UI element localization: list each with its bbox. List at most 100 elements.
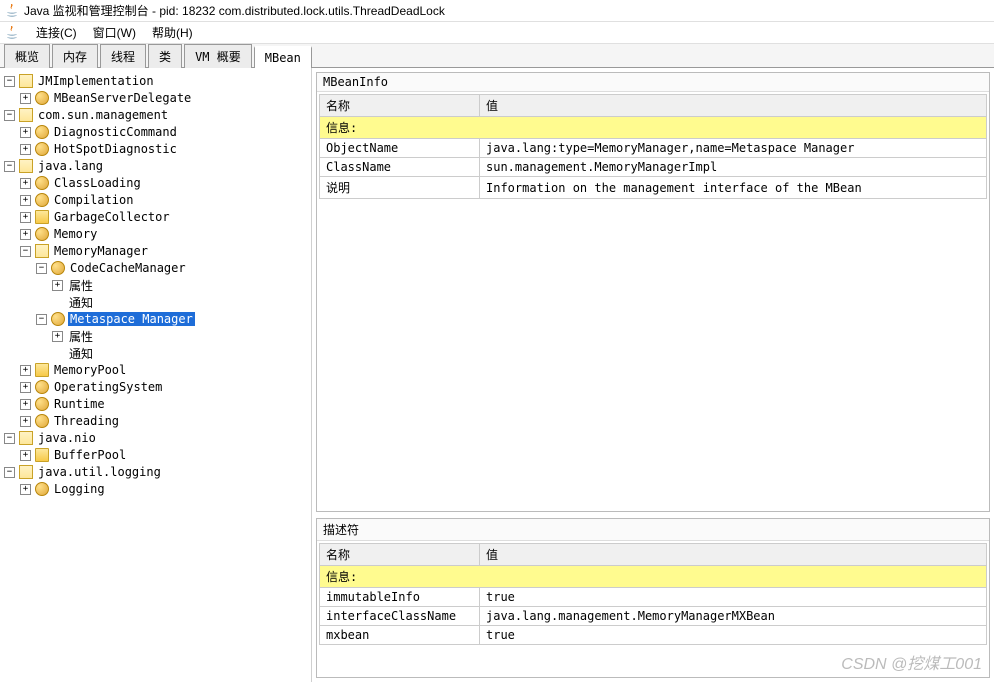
tree-gc[interactable]: GarbageCollector xyxy=(52,210,172,224)
tree-diagcmd[interactable]: DiagnosticCommand xyxy=(52,125,179,139)
descriptor-section: 描述符 名称 值 信息: immutableInfotrue interface… xyxy=(316,518,990,678)
leaf-icon xyxy=(52,348,63,359)
menubar: 连接(C) 窗口(W) 帮助(H) xyxy=(0,22,994,44)
col-name[interactable]: 名称 xyxy=(320,95,480,117)
tree-os[interactable]: OperatingSystem xyxy=(52,380,164,394)
collapse-icon[interactable]: − xyxy=(36,314,47,325)
collapse-icon[interactable]: − xyxy=(4,467,15,478)
expand-icon[interactable]: + xyxy=(52,280,63,291)
tree-threading[interactable]: Threading xyxy=(52,414,121,428)
mbeaninfo-title: MBeanInfo xyxy=(317,73,989,92)
expand-icon[interactable]: + xyxy=(20,212,31,223)
detail-panel: MBeanInfo 名称 值 信息: ObjectNamejava.lang:t… xyxy=(312,68,994,682)
tree-bufferpool[interactable]: BufferPool xyxy=(52,448,128,462)
descriptor-title: 描述符 xyxy=(317,519,989,541)
mbeaninfo-section: MBeanInfo 名称 值 信息: ObjectNamejava.lang:t… xyxy=(316,72,990,512)
tree-runtime[interactable]: Runtime xyxy=(52,397,107,411)
expand-icon[interactable]: + xyxy=(20,195,31,206)
bean-icon xyxy=(35,482,49,496)
collapse-icon[interactable]: − xyxy=(36,263,47,274)
bean-icon xyxy=(35,142,49,156)
tree-attr2[interactable]: 属性 xyxy=(67,328,95,345)
tab-overview[interactable]: 概览 xyxy=(4,44,50,68)
expand-icon[interactable]: + xyxy=(20,416,31,427)
bean-icon xyxy=(35,414,49,428)
tree-hotspot[interactable]: HotSpotDiagnostic xyxy=(52,142,179,156)
menu-window[interactable]: 窗口(W) xyxy=(89,22,140,43)
expand-icon[interactable]: + xyxy=(20,93,31,104)
tab-vm[interactable]: VM 概要 xyxy=(184,44,252,68)
expand-icon[interactable]: + xyxy=(20,365,31,376)
tree-jmimpl[interactable]: JMImplementation xyxy=(36,74,156,88)
expand-icon[interactable]: + xyxy=(20,229,31,240)
folder-icon xyxy=(35,448,49,462)
tree-notif2[interactable]: 通知 xyxy=(67,345,95,362)
folder-icon xyxy=(19,74,33,88)
menu-connect[interactable]: 连接(C) xyxy=(32,22,81,43)
tab-memory[interactable]: 内存 xyxy=(52,44,98,68)
tree-classloading[interactable]: ClassLoading xyxy=(52,176,143,190)
folder-icon xyxy=(35,210,49,224)
tree-codecache[interactable]: CodeCacheManager xyxy=(68,261,188,275)
folder-icon xyxy=(35,363,49,377)
collapse-icon[interactable]: − xyxy=(4,110,15,121)
bean-icon xyxy=(35,125,49,139)
table-row: ClassNamesun.management.MemoryManagerImp… xyxy=(320,158,987,177)
tree-javalog[interactable]: java.util.logging xyxy=(36,465,163,479)
tree-javalang[interactable]: java.lang xyxy=(36,159,105,173)
expand-icon[interactable]: + xyxy=(20,144,31,155)
collapse-icon[interactable]: − xyxy=(20,246,31,257)
expand-icon[interactable]: + xyxy=(20,178,31,189)
expand-icon[interactable]: + xyxy=(20,399,31,410)
expand-icon[interactable]: + xyxy=(20,127,31,138)
java-icon xyxy=(4,3,20,19)
window-title: Java 监视和管理控制台 - pid: 18232 com.distribut… xyxy=(24,2,445,19)
expand-icon[interactable]: + xyxy=(20,450,31,461)
descriptor-table: 名称 值 信息: immutableInfotrue interfaceClas… xyxy=(319,543,987,645)
folder-icon xyxy=(19,159,33,173)
folder-icon xyxy=(35,244,49,258)
folder-icon xyxy=(19,431,33,445)
main-area: − JMImplementation + MBeanServerDelegate −… xyxy=(0,68,994,682)
tree-memory[interactable]: Memory xyxy=(52,227,99,241)
table-row: mxbeantrue xyxy=(320,626,987,645)
tree-metaspace[interactable]: Metaspace Manager xyxy=(68,312,195,326)
mbean-tree: − JMImplementation + MBeanServerDelegate −… xyxy=(2,73,309,497)
tree-attr[interactable]: 属性 xyxy=(67,277,95,294)
table-row: 说明Information on the management interfac… xyxy=(320,177,987,199)
mbeaninfo-table: 名称 值 信息: ObjectNamejava.lang:type=Memory… xyxy=(319,94,987,199)
tree-notif[interactable]: 通知 xyxy=(67,294,95,311)
folder-icon xyxy=(19,465,33,479)
table-row: interfaceClassNamejava.lang.management.M… xyxy=(320,607,987,626)
bean-icon xyxy=(35,91,49,105)
col-value[interactable]: 值 xyxy=(480,544,987,566)
tab-mbean[interactable]: MBean xyxy=(254,46,312,68)
bean-icon xyxy=(35,176,49,190)
tab-classes[interactable]: 类 xyxy=(148,44,182,68)
tree-mbeansrv[interactable]: MBeanServerDelegate xyxy=(52,91,193,105)
collapse-icon[interactable]: − xyxy=(4,433,15,444)
expand-icon[interactable]: + xyxy=(20,382,31,393)
table-row: immutableInfotrue xyxy=(320,588,987,607)
menu-help[interactable]: 帮助(H) xyxy=(148,22,197,43)
tree-comsun[interactable]: com.sun.management xyxy=(36,108,170,122)
tab-threads[interactable]: 线程 xyxy=(100,44,146,68)
bean-icon xyxy=(35,397,49,411)
col-value[interactable]: 值 xyxy=(480,95,987,117)
col-name[interactable]: 名称 xyxy=(320,544,480,566)
bean-icon xyxy=(51,312,65,326)
titlebar: Java 监视和管理控制台 - pid: 18232 com.distribut… xyxy=(0,0,994,22)
tree-compilation[interactable]: Compilation xyxy=(52,193,135,207)
expand-icon[interactable]: + xyxy=(20,484,31,495)
tree-panel[interactable]: − JMImplementation + MBeanServerDelegate −… xyxy=(0,68,312,682)
collapse-icon[interactable]: − xyxy=(4,76,15,87)
expand-icon[interactable]: + xyxy=(52,331,63,342)
collapse-icon[interactable]: − xyxy=(4,161,15,172)
tree-javanio[interactable]: java.nio xyxy=(36,431,98,445)
tree-memmgr[interactable]: MemoryManager xyxy=(52,244,150,258)
tree-logging[interactable]: Logging xyxy=(52,482,107,496)
bean-icon xyxy=(35,380,49,394)
folder-icon xyxy=(19,108,33,122)
leaf-icon xyxy=(52,297,63,308)
tree-mempool[interactable]: MemoryPool xyxy=(52,363,128,377)
